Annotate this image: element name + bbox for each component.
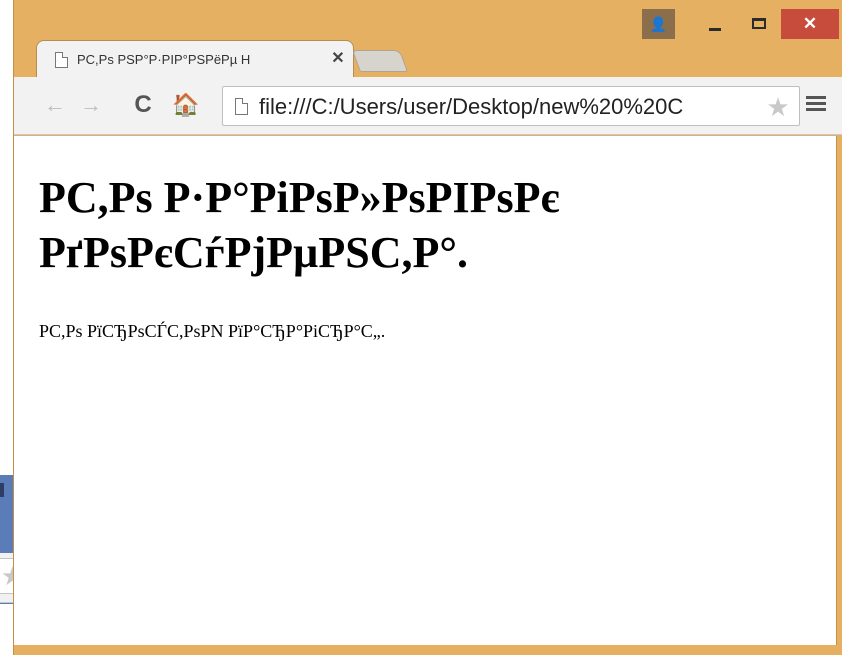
page-file-icon [55,52,68,68]
back-arrow-icon[interactable]: ← [42,91,68,119]
home-icon[interactable]: 🏠 [172,91,199,119]
window-bottom-frame [14,645,842,655]
browser-toolbar: ← → C 🏠 file:///C:/Users/user/Desktop/ne… [14,77,842,135]
tab-active[interactable]: PC,Ps PSP°P·PIP°PSPëPµ H ✕ [36,40,354,78]
maximize-button[interactable] [738,9,780,39]
background-window-edge [0,483,4,497]
tab-close-icon[interactable]: ✕ [330,50,346,68]
reload-icon[interactable]: C [130,91,156,119]
address-bar[interactable]: file:///C:/Users/user/Desktop/new%20%20C… [222,86,800,126]
user-profile-icon[interactable]: 👤 [642,9,675,39]
minimize-icon [709,28,721,31]
hamburger-menu-icon[interactable] [806,96,826,116]
browser-window: 👤 ✕ PC,Ps PSP°P·PIP°PSPëPµ H ✕ ← → C 🏠 f… [13,0,842,655]
page-heading: PC,Ps P·P°PiPsP»PsPIPsPє PґPsPєCѓPjPµPSC… [39,173,560,277]
minimize-button[interactable] [694,9,736,39]
new-tab-button[interactable] [351,50,409,72]
tab-title: PC,Ps PSP°P·PIP°PSPëPµ H [77,52,251,67]
maximize-icon [752,18,766,29]
page-paragraph: PC,Ps PïCЂPsCЃC,PsPN PïP°CЂP°PiCЂP°C„. [39,321,386,341]
address-text[interactable]: file:///C:/Users/user/Desktop/new%20%20C [259,94,759,120]
local-file-icon [235,98,248,115]
page-content: PC,Ps P·P°PiPsP»PsPIPsPє PґPsPєCѓPjPµPSC… [14,136,837,645]
forward-arrow-icon[interactable]: → [78,91,104,119]
close-window-button[interactable]: ✕ [781,9,839,39]
bookmark-star-icon[interactable]: ★ [761,91,795,123]
